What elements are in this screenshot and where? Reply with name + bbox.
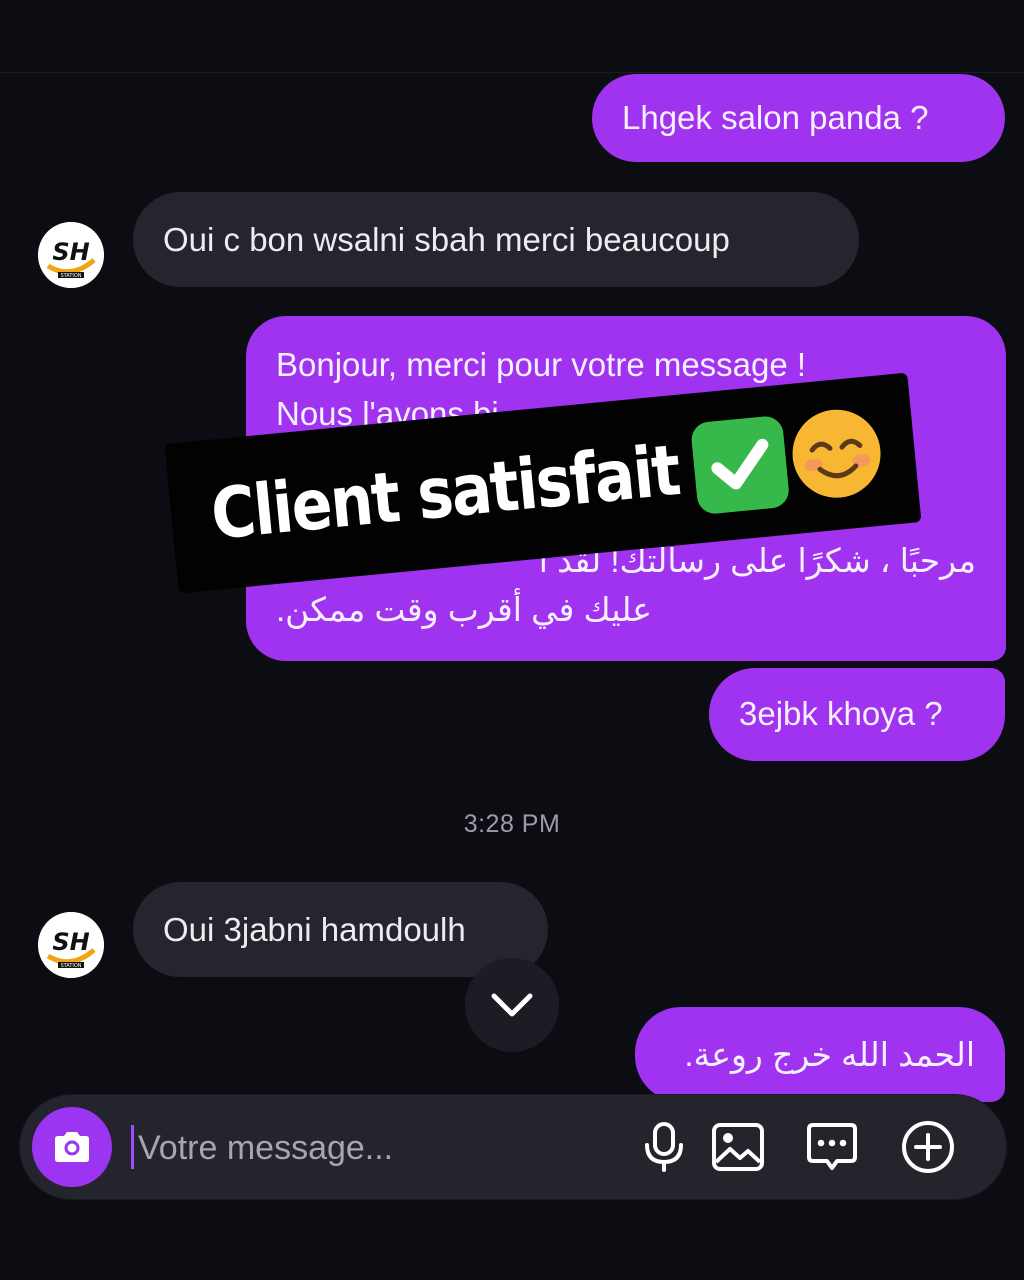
avatar[interactable]: SH STATION bbox=[38, 222, 104, 288]
camera-button[interactable] bbox=[32, 1107, 112, 1187]
message-composer bbox=[20, 1095, 1006, 1199]
scroll-to-bottom-button[interactable] bbox=[465, 958, 559, 1052]
message-text: الحمد الله خرج روعة. bbox=[684, 1036, 975, 1073]
message-text: Lhgek salon panda ? bbox=[622, 99, 929, 136]
message-bubble-incoming[interactable]: Oui c bon wsalni sbah merci beaucoup bbox=[133, 192, 859, 287]
microphone-icon bbox=[645, 1122, 683, 1172]
message-line-arabic: عليك في أقرب وقت ممكن. bbox=[276, 591, 652, 628]
sticker-chat-icon bbox=[807, 1123, 857, 1170]
top-divider bbox=[0, 72, 1024, 73]
avatar-caption: STATION bbox=[60, 963, 81, 969]
sticker-chat-button[interactable] bbox=[802, 1117, 862, 1177]
message-bubble-outgoing[interactable]: Lhgek salon panda ? bbox=[592, 74, 1005, 162]
chevron-down-icon bbox=[491, 993, 533, 1017]
message-text: 3ejbk khoya ? bbox=[739, 695, 943, 732]
message-bubble-incoming[interactable]: Oui 3jabni hamdoulh bbox=[133, 882, 548, 977]
plus-circle-icon bbox=[902, 1121, 954, 1173]
avatar[interactable]: SH STATION bbox=[38, 912, 104, 978]
message-timestamp: 3:28 PM bbox=[463, 810, 561, 838]
camera-icon bbox=[55, 1132, 89, 1162]
message-text: Oui c bon wsalni sbah merci beaucoup bbox=[163, 221, 730, 258]
message-bubble-outgoing[interactable]: 3ejbk khoya ? bbox=[709, 668, 1005, 761]
add-button[interactable] bbox=[898, 1117, 958, 1177]
text-cursor bbox=[131, 1125, 134, 1169]
message-bubble-outgoing[interactable]: الحمد الله خرج روعة. bbox=[635, 1007, 1005, 1102]
smiling-face-icon bbox=[792, 409, 881, 498]
microphone-button[interactable] bbox=[634, 1117, 694, 1177]
message-input[interactable] bbox=[136, 1117, 610, 1179]
gallery-icon bbox=[712, 1123, 764, 1171]
svg-text:SH: SH bbox=[52, 238, 89, 266]
check-mark-icon bbox=[689, 414, 791, 516]
svg-text:SH: SH bbox=[52, 928, 89, 956]
avatar-caption: STATION bbox=[60, 273, 81, 279]
sticker-text: Client satisfait bbox=[207, 429, 683, 556]
message-text: Oui 3jabni hamdoulh bbox=[163, 911, 466, 948]
gallery-button[interactable] bbox=[708, 1117, 768, 1177]
